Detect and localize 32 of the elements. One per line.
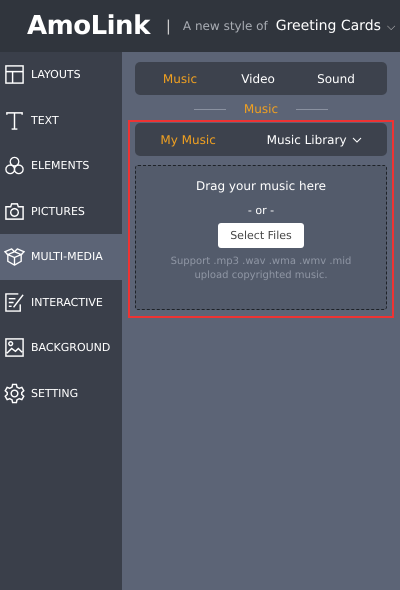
settings-icon xyxy=(4,382,25,404)
sidebar-item[interactable]: INTERACTIVE xyxy=(0,280,122,325)
sidebar-item[interactable]: ELEMENTS xyxy=(0,143,122,188)
circles-icon xyxy=(4,155,25,176)
separator: | xyxy=(166,17,171,35)
sidebar-item[interactable]: MULTI-MEDIA xyxy=(0,234,122,280)
sidebar-item[interactable]: BACKGROUND xyxy=(0,325,122,370)
support-note: Support .mp3 .wav .wma .wmv .mid upload copyrighted music. xyxy=(170,255,352,283)
edit-icon xyxy=(4,292,25,313)
subtab[interactable]: Music Library xyxy=(264,128,364,150)
tab[interactable]: Video xyxy=(219,68,297,90)
box-icon xyxy=(4,246,25,268)
sidebar-item[interactable]: SETTING xyxy=(0,370,122,416)
camera-icon xyxy=(4,200,25,222)
tagline: A new style of xyxy=(182,19,268,33)
tab[interactable]: Music xyxy=(141,68,219,90)
sidebar-item[interactable]: TEXT xyxy=(0,98,122,143)
logo: AmoLink xyxy=(27,11,150,41)
sidebar-item[interactable]: LAYOUTS xyxy=(0,52,122,98)
chevron-icon xyxy=(352,136,362,142)
layout-icon xyxy=(4,64,25,86)
sidebar-item[interactable]: PICTURES xyxy=(0,188,122,234)
drop-title: Drag your music here xyxy=(196,179,326,193)
or-label: - or - xyxy=(248,204,274,217)
product-dropdown[interactable]: Greeting Cards ⌵ xyxy=(276,18,395,34)
drop-zone[interactable]: Drag your music here - or - Select Files Support .mp3 .wav .wma .wmv .mid upload copyrighted music. xyxy=(135,165,387,310)
subtab[interactable]: My Music xyxy=(158,128,218,150)
section-title: Music xyxy=(244,102,278,116)
text-icon xyxy=(4,110,25,131)
select-files-button[interactable]: Select Files xyxy=(218,223,304,248)
image-icon xyxy=(4,337,25,358)
tab[interactable]: Sound xyxy=(297,68,375,90)
